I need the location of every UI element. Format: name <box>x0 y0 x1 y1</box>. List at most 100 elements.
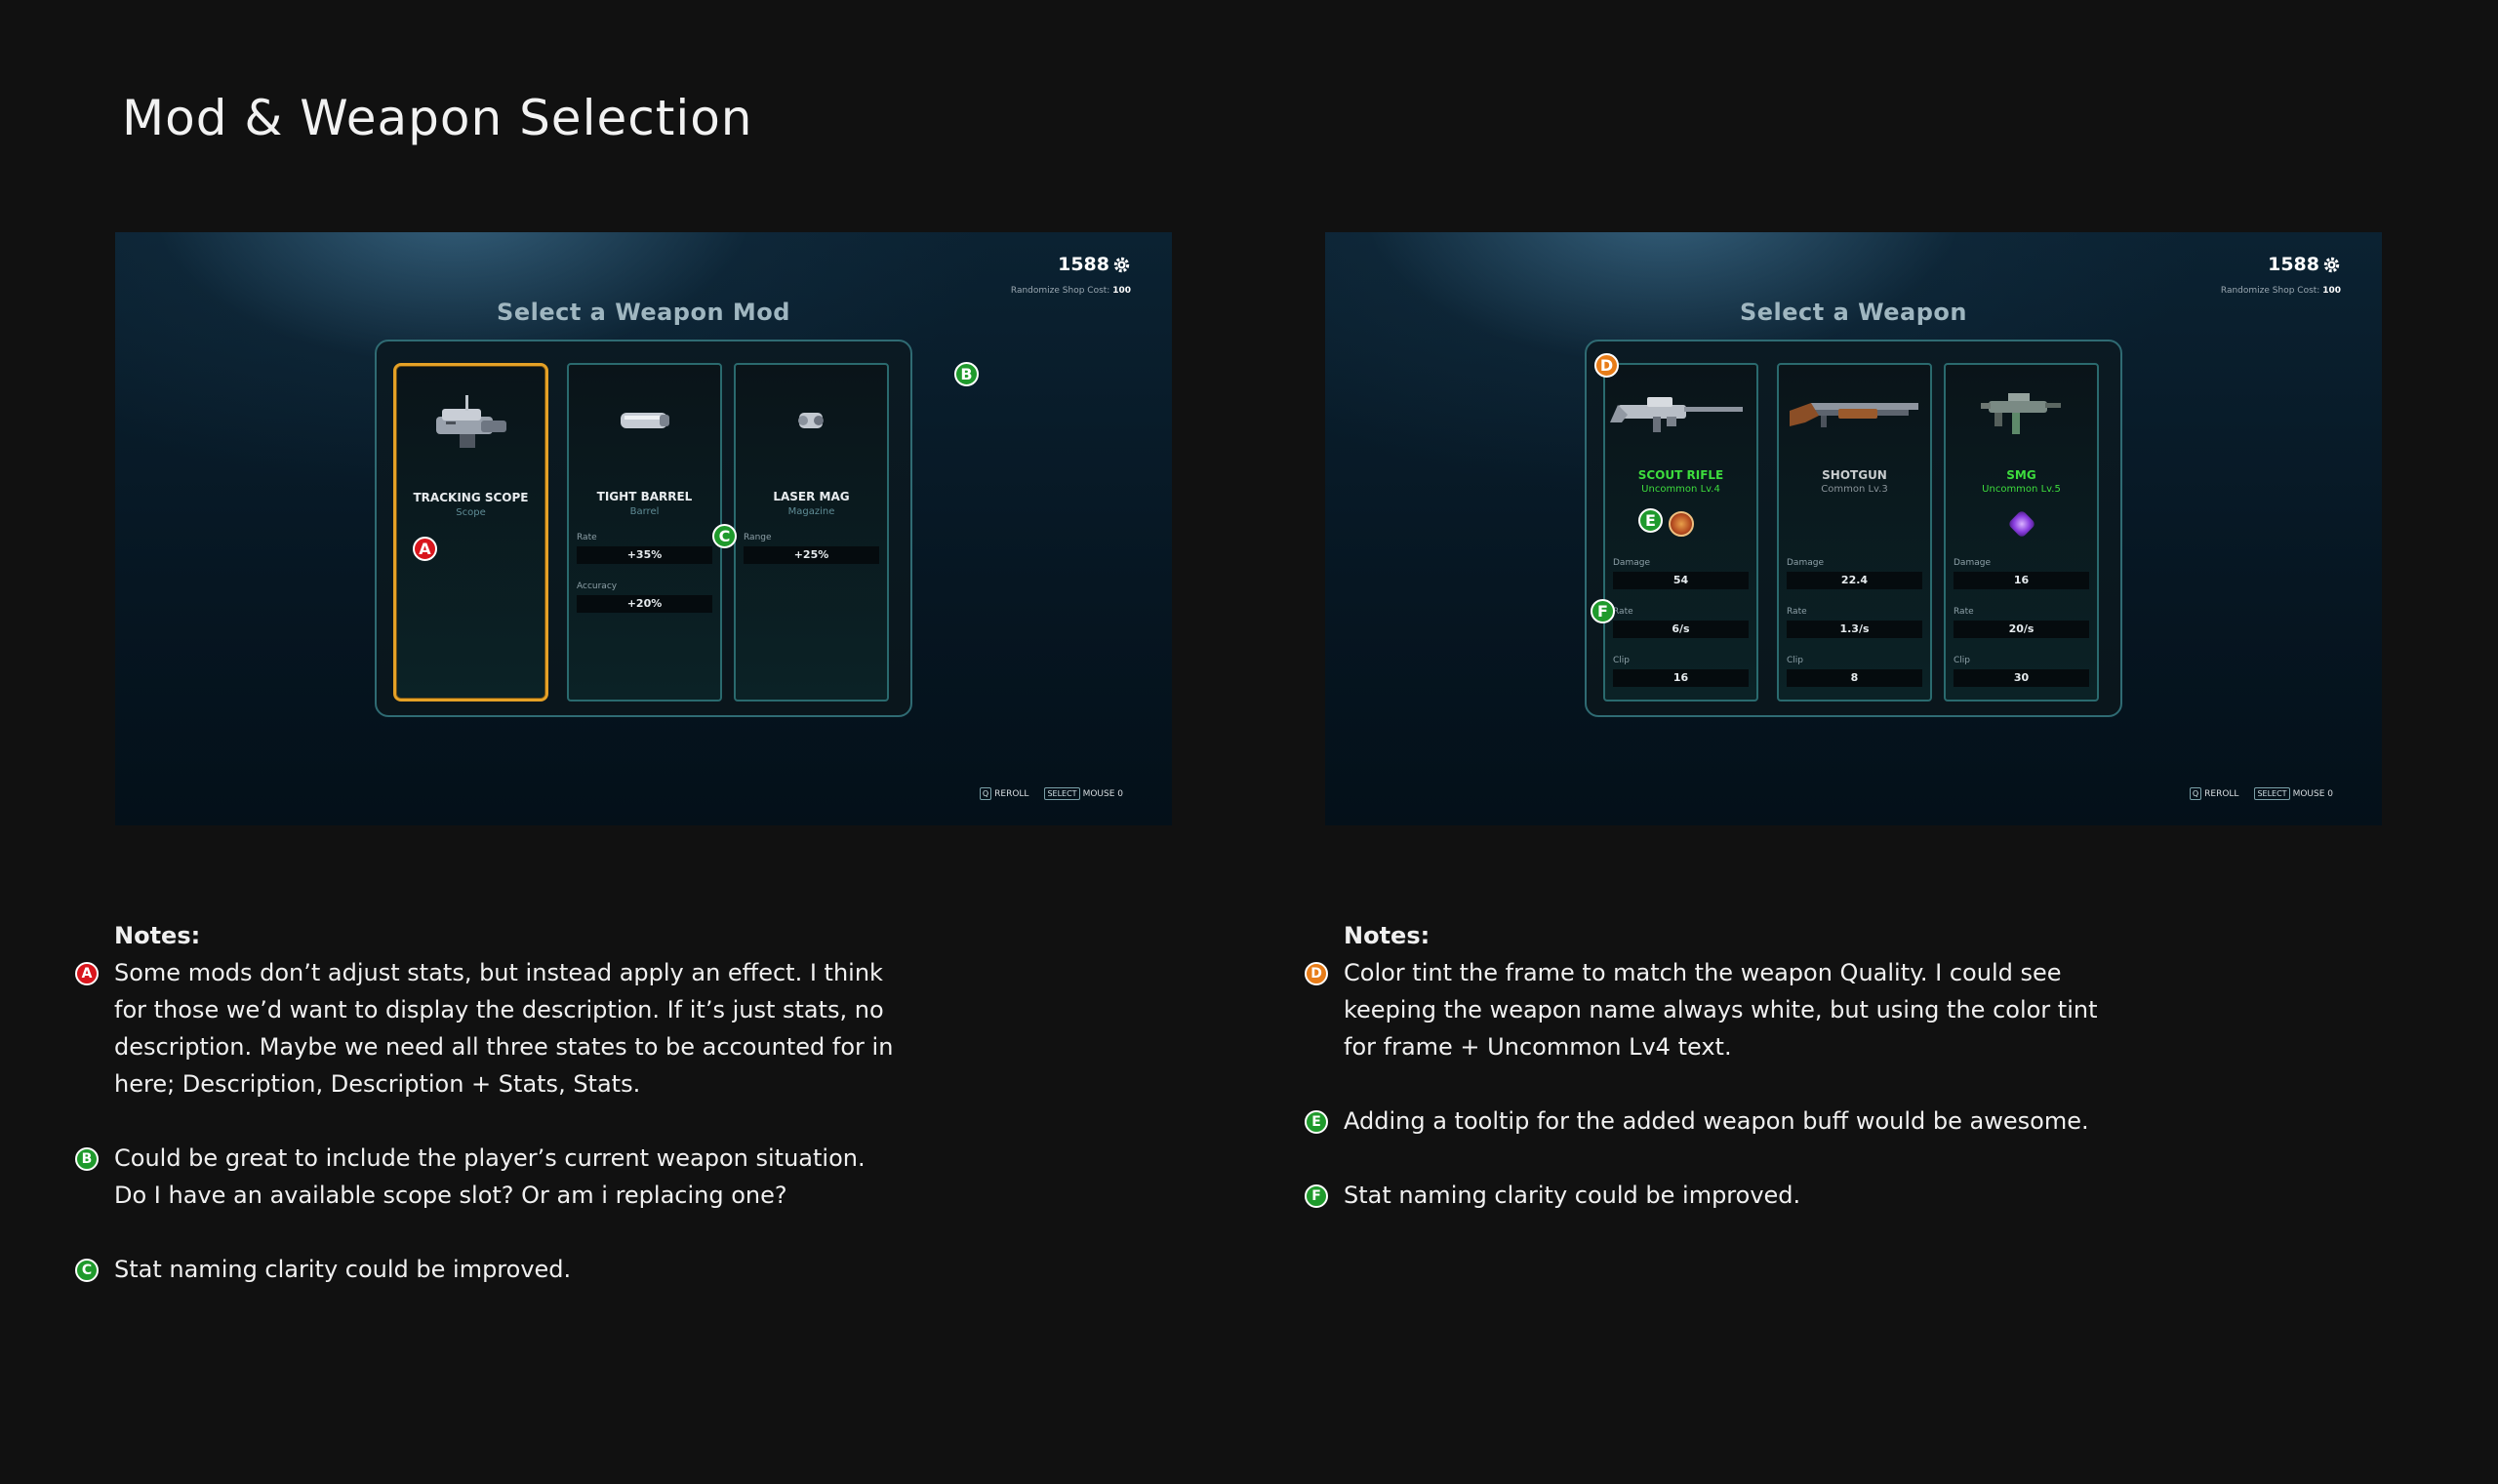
reroll-cost-text: Randomize Shop Cost: 100 <box>2221 286 2341 296</box>
reroll-cost-label: Randomize Shop Cost: <box>1010 286 1110 296</box>
reroll-cost-value: 100 <box>2322 286 2341 296</box>
select-key: SELECT <box>1044 787 1080 800</box>
notes-heading: Notes: <box>114 922 201 949</box>
mod-selection-panel: TRACKING SCOPE Scope TIGHT BARREL Barrel… <box>375 340 912 717</box>
weapon-mod-screen: 1588 Randomize Shop Cost: 100 Select a W… <box>115 232 1172 825</box>
mod-name: TIGHT BARREL <box>596 490 693 503</box>
stat-value: 30 <box>1954 669 2089 687</box>
annotation-marker-f: F <box>1591 599 1615 623</box>
stat-label: Damage <box>1613 558 1650 568</box>
note-text: Some mods don’t adjust stats, but instea… <box>114 959 894 1098</box>
gear-icon <box>2322 256 2341 274</box>
screen-title: Select a Weapon <box>1739 299 1967 326</box>
weapon-card-shotgun[interactable]: SHOTGUN Common Lv.3 Damage 22.4 Rate 1.3… <box>1777 363 1932 702</box>
stat-value: +20% <box>577 595 712 613</box>
weapon-name: SHOTGUN <box>1822 468 1887 482</box>
select-key: SELECT <box>2254 787 2290 800</box>
weapon-name: SMG <box>2006 468 2036 482</box>
stat-value: 22.4 <box>1787 572 1922 589</box>
annotation-marker-d: D <box>1594 353 1619 378</box>
shotgun-image <box>1779 379 1930 447</box>
mod-card-laser-mag[interactable]: LASER MAG Magazine Range +25% <box>734 363 889 702</box>
annotation-marker-c: C <box>712 524 737 548</box>
stat-label: Rate <box>577 533 597 542</box>
mod-card-tracking-scope[interactable]: TRACKING SCOPE Scope <box>393 363 548 702</box>
weapon-selection-panel: SCOUT RIFLE Uncommon Lv.4 Damage 54 Rate… <box>1585 340 2122 717</box>
select-hint[interactable]: SELECT MOUSE 0 <box>2254 787 2333 800</box>
mod-name: TRACKING SCOPE <box>413 491 529 504</box>
annotation-marker-e: E <box>1638 508 1663 533</box>
notes-left: Notes: A Some mods don’t adjust stats, b… <box>75 917 953 1325</box>
weapon-rarity: Uncommon Lv.4 <box>1641 484 1720 495</box>
weapon-buff-icon[interactable] <box>1668 511 1694 537</box>
note-text: Adding a tooltip for the added weapon bu… <box>1344 1107 2089 1135</box>
select-label: MOUSE 0 <box>2292 789 2333 799</box>
note-text: Color tint the frame to match the weapon… <box>1344 959 2098 1061</box>
scout-rifle-image <box>1605 379 1756 447</box>
annotation-marker-a: A <box>413 537 437 561</box>
reroll-hint[interactable]: Q REROLL <box>2189 787 2238 800</box>
stat-value: 6/s <box>1613 621 1749 638</box>
stat-label: Damage <box>1954 558 1991 568</box>
screen-footer: Q REROLL SELECT MOUSE 0 <box>2189 787 2333 800</box>
weapon-rarity: Common Lv.3 <box>1821 484 1888 495</box>
note-item: D Color tint the frame to match the weap… <box>1305 954 2129 1065</box>
note-item: C Stat naming clarity could be improved. <box>75 1251 900 1288</box>
note-item: A Some mods don’t adjust stats, but inst… <box>75 954 900 1103</box>
mod-card-tight-barrel[interactable]: TIGHT BARREL Barrel Rate +35% Accuracy +… <box>567 363 722 702</box>
stat-value: 8 <box>1787 669 1922 687</box>
reroll-cost-value: 100 <box>1112 286 1131 296</box>
mod-type: Barrel <box>629 506 660 517</box>
reroll-label: REROLL <box>994 789 1029 799</box>
page-title: Mod & Weapon Selection <box>122 90 753 146</box>
reroll-hint[interactable]: Q REROLL <box>979 787 1029 800</box>
note-item: B Could be great to include the player’s… <box>75 1140 900 1214</box>
stat-value: 20/s <box>1954 621 2089 638</box>
tight-barrel-image <box>569 386 720 455</box>
select-label: MOUSE 0 <box>1082 789 1123 799</box>
stat-value: 16 <box>1613 669 1749 687</box>
tracking-scope-image <box>396 387 545 456</box>
stat-label: Rate <box>1613 607 1633 617</box>
reroll-key: Q <box>2189 787 2202 800</box>
mod-type: Scope <box>456 507 486 518</box>
note-item: F Stat naming clarity could be improved. <box>1305 1177 2129 1214</box>
stat-label: Clip <box>1787 656 1803 665</box>
annotation-marker-b: B <box>954 362 979 386</box>
weapon-select-screen: 1588 Randomize Shop Cost: 100 Select a W… <box>1325 232 2382 825</box>
stat-label: Range <box>744 533 772 542</box>
weapon-buff-icon[interactable] <box>2006 509 2036 539</box>
stat-label: Clip <box>1954 656 1970 665</box>
laser-mag-image <box>736 386 887 455</box>
note-text: Stat naming clarity could be improved. <box>114 1256 572 1283</box>
currency-amount: 1588 <box>2268 254 2319 275</box>
weapon-name: SCOUT RIFLE <box>1637 468 1724 482</box>
note-text: Could be great to include the player’s c… <box>114 1144 866 1209</box>
weapon-card-smg[interactable]: SMG Uncommon Lv.5 Damage 16 Rate 20/s Cl… <box>1944 363 2099 702</box>
note-badge-a: A <box>75 962 99 985</box>
note-item: E Adding a tooltip for the added weapon … <box>1305 1103 2129 1140</box>
note-badge-e: E <box>1305 1110 1328 1134</box>
currency-display: 1588 <box>2268 254 2341 275</box>
notes-heading: Notes: <box>1344 922 1430 949</box>
select-hint[interactable]: SELECT MOUSE 0 <box>1044 787 1123 800</box>
currency-display: 1588 <box>1058 254 1131 275</box>
stat-label: Damage <box>1787 558 1824 568</box>
screen-footer: Q REROLL SELECT MOUSE 0 <box>979 787 1123 800</box>
note-text: Stat naming clarity could be improved. <box>1344 1182 1801 1209</box>
weapon-card-scout-rifle[interactable]: SCOUT RIFLE Uncommon Lv.4 Damage 54 Rate… <box>1603 363 1758 702</box>
stat-label: Clip <box>1613 656 1630 665</box>
reroll-key: Q <box>979 787 992 800</box>
stat-label: Rate <box>1954 607 1974 617</box>
stat-label: Accuracy <box>577 582 618 591</box>
stat-value: 1.3/s <box>1787 621 1922 638</box>
weapon-rarity: Uncommon Lv.5 <box>1982 484 2061 495</box>
mod-type: Magazine <box>787 506 835 517</box>
stat-value: +25% <box>744 546 879 564</box>
smg-image <box>1946 379 2097 447</box>
stat-value: 54 <box>1613 572 1749 589</box>
stat-value: 16 <box>1954 572 2089 589</box>
stat-label: Rate <box>1787 607 1807 617</box>
gear-icon <box>1112 256 1131 274</box>
note-badge-c: C <box>75 1259 99 1282</box>
